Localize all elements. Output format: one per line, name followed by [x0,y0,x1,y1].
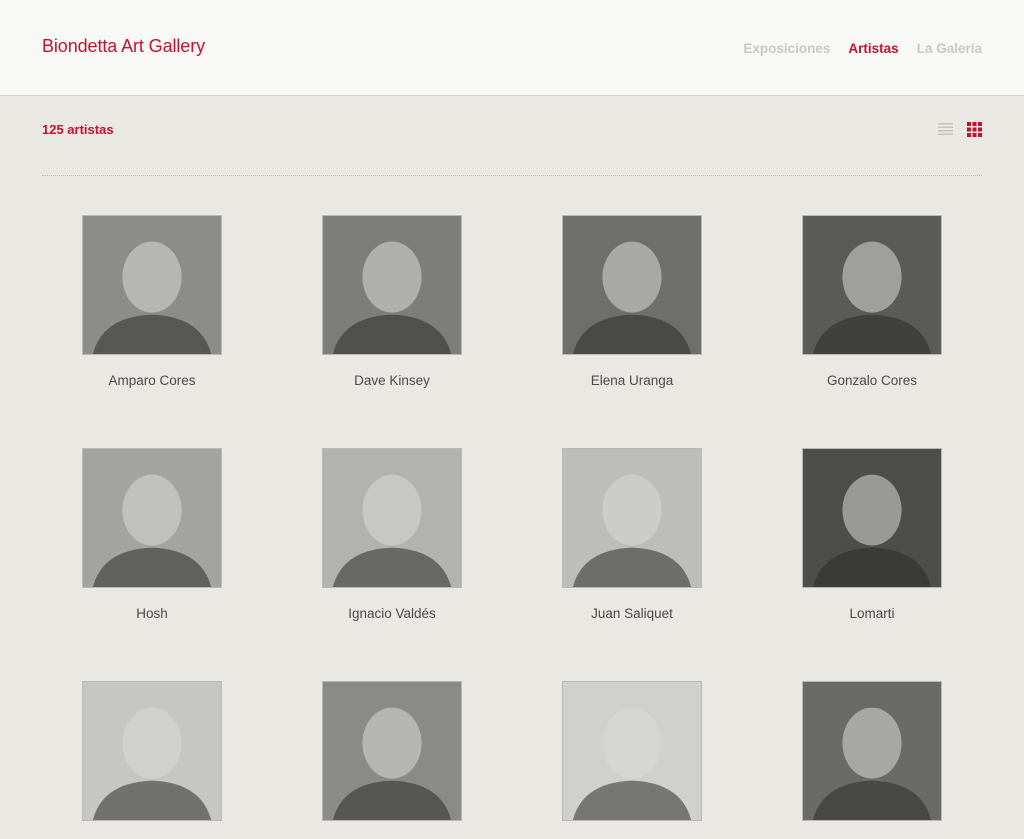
artist-portrait[interactable] [802,448,942,588]
artist-name[interactable]: Elena Uranga [522,373,742,388]
grid-view-icon[interactable] [967,122,982,137]
artist-card[interactable]: Ignacio Valdés [282,448,502,621]
nav-la-galeria[interactable]: La Galería [917,41,982,56]
artist-portrait[interactable] [562,215,702,355]
artists-toolbar: 125 artistas [42,121,982,141]
artist-card[interactable] [282,681,502,839]
nav-exposiciones[interactable]: Exposiciones [743,41,830,56]
artist-portrait[interactable] [82,681,222,821]
artist-name[interactable]: Amparo Cores [42,373,262,388]
artists-count: 125 artistas [42,122,114,137]
artist-card[interactable] [522,681,742,839]
artist-card[interactable]: Gonzalo Cores [762,215,982,388]
artist-portrait[interactable] [82,448,222,588]
site-header: Biondetta Art Gallery Exposiciones Artis… [0,0,1024,96]
list-view-icon[interactable] [938,122,953,137]
artist-card[interactable]: Dave Kinsey [282,215,502,388]
artist-name[interactable]: Gonzalo Cores [762,373,982,388]
artist-portrait[interactable] [562,448,702,588]
brand-logo-link[interactable]: Biondetta Art Gallery [42,36,205,57]
artist-portrait[interactable] [322,448,462,588]
artist-name[interactable]: Lomarti [762,606,982,621]
artist-portrait[interactable] [322,215,462,355]
artist-card[interactable]: Lomarti [762,448,982,621]
artist-name[interactable]: Ignacio Valdés [282,606,502,621]
artists-grid: Amparo Cores Dave Kinsey Elena Uranga Gonza… [42,215,982,839]
artist-card[interactable]: Amparo Cores [42,215,262,388]
artist-portrait[interactable] [322,681,462,821]
artist-card[interactable] [762,681,982,839]
artist-card[interactable]: Hosh [42,448,262,621]
section-divider [42,175,982,176]
artist-portrait[interactable] [562,681,702,821]
nav-artistas[interactable]: Artistas [848,41,898,56]
artist-portrait[interactable] [82,215,222,355]
main-nav: Exposiciones Artistas La Galería [743,41,982,56]
artist-portrait[interactable] [802,215,942,355]
artist-name[interactable]: Juan Saliquet [522,606,742,621]
view-toggle [938,122,982,137]
artist-name[interactable]: Hosh [42,606,262,621]
artist-card[interactable]: Juan Saliquet [522,448,742,621]
artist-name[interactable]: Dave Kinsey [282,373,502,388]
artist-card[interactable]: Elena Uranga [522,215,742,388]
artist-portrait[interactable] [802,681,942,821]
artist-card[interactable] [42,681,262,839]
